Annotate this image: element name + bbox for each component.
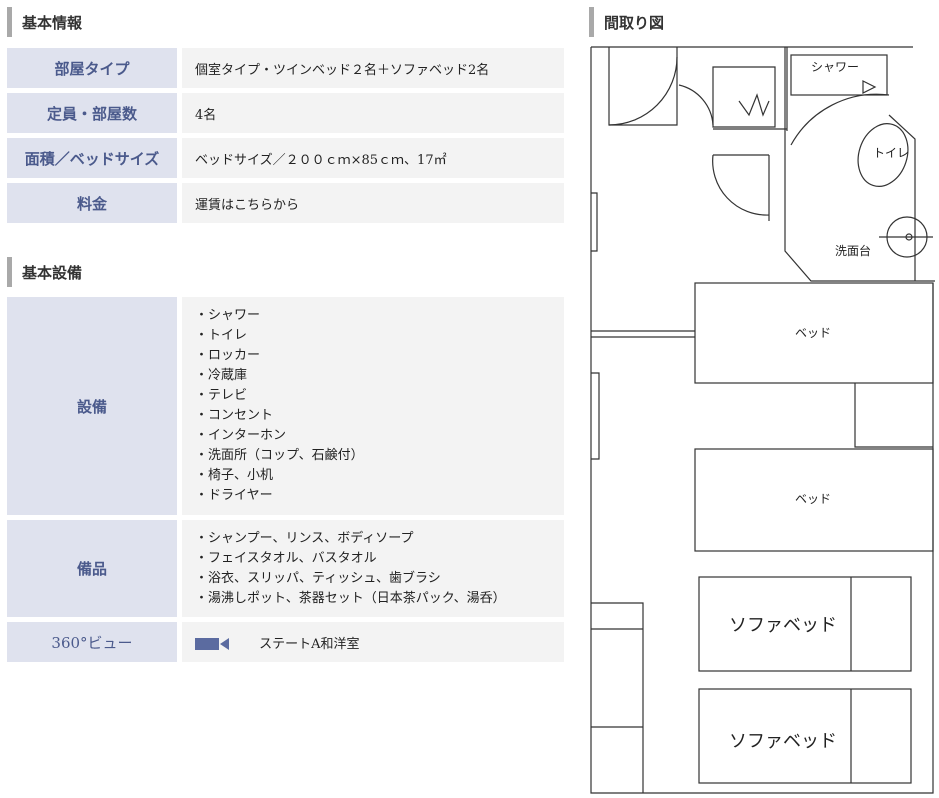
list-item: ・フェイスタオル、バスタオル (195, 550, 377, 566)
shower-icon (862, 80, 877, 94)
basic-info-table: 部屋タイプ 個室タイプ・ツインベッド２名＋ソファベッド2名 定員・部屋数 4名 … (7, 43, 564, 228)
sink-label: 洗面台 (835, 243, 871, 258)
list-item: ・コンセント (195, 408, 274, 423)
table-row: 360°ビュー ステートA和洋室 (7, 622, 564, 662)
bed-2-label: ベッド (795, 492, 831, 506)
room-type-label: 部屋タイプ (7, 48, 182, 88)
sofa-bed-2-label: ソファベッド (729, 731, 837, 752)
basic-info-heading: 基本情報 (7, 7, 82, 37)
entrance-door-swing (608, 56, 678, 126)
table-row: 部屋タイプ 個室タイプ・ツインベッド２名＋ソファベッド2名 (7, 48, 564, 88)
list-item: ・シャンプー、リンス、ボディソープ (195, 530, 414, 546)
heading-bar (7, 257, 12, 287)
partition-wall (591, 330, 695, 338)
camera-body (195, 638, 219, 650)
fare-link-cell: 運賃はこちらから (182, 183, 564, 223)
view360-label: 360°ビュー (7, 622, 182, 662)
fare-link[interactable]: 運賃はこちらから (195, 198, 299, 213)
equipment-list: ・シャワー ・トイレ ・ロッカー ・冷蔵庫 ・テレビ ・コンセント ・インターホ… (182, 297, 564, 515)
view360-link[interactable]: ステートA和洋室 (259, 637, 359, 652)
table-row: 定員・部屋数 4名 (7, 93, 564, 133)
left-wall-opening (591, 192, 598, 252)
list-item: ・冷蔵庫 (195, 368, 248, 383)
sofa-bed-1-label: ソファベッド (729, 615, 837, 636)
view360-cell: ステートA和洋室 (182, 622, 564, 662)
equipment-label: 設備 (7, 297, 182, 515)
left-wall-opening (591, 372, 600, 460)
list-item: ・椅子、小机 (195, 468, 274, 483)
shower-label: シャワー (811, 60, 859, 74)
floorplan-heading-text: 間取り図 (604, 13, 665, 32)
list-item: ・ロッカー (195, 348, 261, 363)
locker-cabinet (712, 47, 788, 131)
camera-lens (220, 638, 229, 650)
list-item: ・ドライヤー (195, 488, 273, 503)
area-bed-size-value: ベッドサイズ／２００ｃｍ×85ｃｍ、17㎡ (182, 138, 564, 178)
list-item: ・トイレ (195, 328, 248, 343)
toilet-label: トイレ (873, 146, 909, 160)
table-row: 面積／ベッドサイズ ベッドサイズ／２００ｃｍ×85ｃｍ、17㎡ (7, 138, 564, 178)
basic-info-heading-text: 基本情報 (22, 13, 83, 32)
video-camera-icon[interactable] (195, 638, 229, 650)
closet-door-swing (678, 84, 714, 126)
facilities-heading-text: 基本設備 (22, 263, 83, 282)
bed-side-table (854, 383, 933, 448)
amenities-label: 備品 (7, 520, 182, 617)
capacity-value: 4名 (182, 93, 564, 133)
list-item: ・インターホン (195, 428, 287, 443)
bed-1-label: ベッド (795, 326, 831, 340)
amenities-list: ・シャンプー、リンス、ボディソープ ・フェイスタオル、バスタオル ・浴衣、スリッ… (182, 520, 564, 617)
facilities-table: 設備 ・シャワー ・トイレ ・ロッカー ・冷蔵庫 ・テレビ ・コンセント ・イン… (7, 292, 564, 667)
room-type-value: 個室タイプ・ツインベッド２名＋ソファベッド2名 (182, 48, 564, 88)
list-item: ・洗面所（コップ、石鹸付） (195, 448, 364, 463)
bathroom-door (712, 154, 770, 221)
table-row: 設備 ・シャワー ・トイレ ・ロッカー ・冷蔵庫 ・テレビ ・コンセント ・イン… (7, 297, 564, 515)
heading-bar (7, 7, 12, 37)
shower-door-swing (790, 93, 890, 146)
list-item: ・湯沸しポット、茶器セット（日本茶パック、湯呑） (195, 590, 506, 606)
table-row: 料金 運賃はこちらから (7, 183, 564, 223)
storage-shelf (591, 602, 644, 793)
list-item: ・浴衣、スリッパ、ティッシュ、歯ブラシ (195, 570, 441, 586)
area-bed-size-label: 面積／ベッドサイズ (7, 138, 182, 178)
floor-plan-diagram: シャワー トイレ 洗面台 ベッド ベッド ソファベッド ソファベッド (590, 46, 935, 794)
capacity-label: 定員・部屋数 (7, 93, 182, 133)
list-item: ・シャワー (195, 308, 261, 323)
list-item: ・テレビ (195, 388, 248, 403)
locker-symbol (738, 93, 770, 117)
facilities-heading: 基本設備 (7, 257, 82, 287)
entrance-door (608, 47, 678, 126)
fare-label: 料金 (7, 183, 182, 223)
floorplan-heading: 間取り図 (589, 7, 664, 37)
table-row: 備品 ・シャンプー、リンス、ボディソープ ・フェイスタオル、バスタオル ・浴衣、… (7, 520, 564, 617)
heading-bar (589, 7, 594, 37)
